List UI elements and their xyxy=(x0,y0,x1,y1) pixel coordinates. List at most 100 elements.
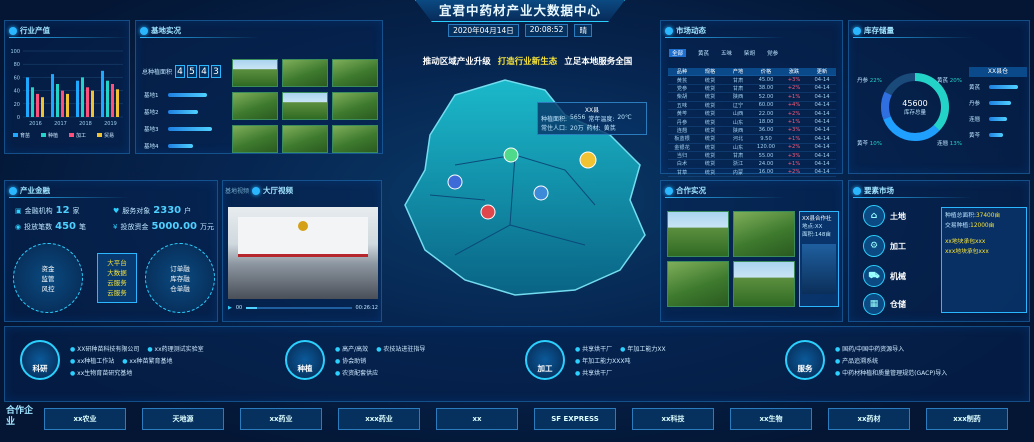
video-frame[interactable] xyxy=(228,207,378,299)
bar-种植[interactable] xyxy=(106,80,109,117)
table-cell: 04-14 xyxy=(814,127,830,134)
partner-logo[interactable]: xxx制药 xyxy=(926,408,1008,430)
base-photo[interactable] xyxy=(232,125,278,153)
map-pin[interactable] xyxy=(480,204,496,220)
partner-logo[interactable]: xx生物 xyxy=(730,408,812,430)
x-tick-label: 2016 xyxy=(29,121,42,127)
table-row[interactable]: 黄芪 统货 甘肃 45.00 +3% 04-14 xyxy=(668,76,836,85)
inventory-bar-label: 连翘 xyxy=(969,117,981,123)
trade-item-storage[interactable]: ▦ 仓储 xyxy=(863,293,906,315)
bar-育苗[interactable] xyxy=(26,77,29,117)
popup-label: 常年温度: xyxy=(588,116,615,123)
base-photo[interactable] xyxy=(232,59,278,87)
service-item: 年加工能力XX xyxy=(620,346,665,353)
bar-育苗[interactable] xyxy=(101,70,104,117)
bar-加工[interactable] xyxy=(36,93,39,117)
coop-photo[interactable] xyxy=(667,211,729,257)
table-row[interactable]: 五味 统货 辽宁 60.00 +4% 04-14 xyxy=(668,102,836,110)
y-tick-label: 20 xyxy=(14,102,20,108)
tab-base-video[interactable]: 基地视频 xyxy=(225,186,249,195)
bar-贸易[interactable] xyxy=(66,93,69,117)
play-icon[interactable]: ▶ xyxy=(228,305,232,311)
bar-种植[interactable] xyxy=(31,87,34,117)
table-cell: 丹参 xyxy=(676,119,688,126)
table-row[interactable]: 金银花 统货 山东 120.00 +2% 04-14 xyxy=(668,144,836,152)
map-pin[interactable] xyxy=(447,174,463,190)
bar-种植[interactable] xyxy=(81,77,84,117)
partner-logo[interactable]: xx药业 xyxy=(240,408,322,430)
partner-logo[interactable]: xxx药业 xyxy=(338,408,420,430)
partner-logo[interactable]: 天地源 xyxy=(142,408,224,430)
coop-label: 面积: xyxy=(802,232,815,238)
base-photo[interactable] xyxy=(332,59,378,87)
bar-加工[interactable] xyxy=(86,87,89,117)
base-photo[interactable] xyxy=(332,92,378,120)
bar-贸易[interactable] xyxy=(116,89,119,117)
partner-logo[interactable]: SF EXPRESS xyxy=(534,408,616,430)
service-node[interactable]: 科研 xyxy=(20,340,60,380)
coop-photo[interactable] xyxy=(667,261,729,307)
market-tab[interactable]: 全部 xyxy=(669,49,687,57)
panel-title: 产业金融 xyxy=(20,186,50,195)
base-item-label: 基地3 xyxy=(144,127,159,133)
map-pin[interactable] xyxy=(533,185,549,201)
service-node[interactable]: 服务 xyxy=(785,340,825,380)
base-photo[interactable] xyxy=(282,125,328,153)
service-node[interactable]: 种植 xyxy=(285,340,325,380)
table-row[interactable]: 当归 统货 甘肃 55.00 +3% 04-14 xyxy=(668,152,836,161)
base-photo[interactable] xyxy=(282,59,328,87)
bar-育苗[interactable] xyxy=(51,74,54,117)
table-row[interactable]: 甘草 统货 内蒙 16.00 +2% 04-14 xyxy=(668,169,836,178)
table-row[interactable]: 板蓝根 统货 河北 9.50 +1% 04-14 xyxy=(668,135,836,144)
table-row[interactable]: 丹参 统货 山东 18.00 +1% 04-14 xyxy=(668,118,836,127)
table-row[interactable]: 黄芩 统货 山西 22.00 +2% 04-14 xyxy=(668,110,836,119)
coop-photo[interactable] xyxy=(733,211,795,257)
tab-hall-video[interactable]: 大厅视频 xyxy=(263,185,293,196)
legend-percent: 13% xyxy=(949,141,962,147)
partner-logo[interactable]: xx药材 xyxy=(828,408,910,430)
trade-link[interactable]: xx地块承包xxx xyxy=(945,237,1023,247)
map-pin[interactable] xyxy=(579,151,597,169)
coop-photo[interactable] xyxy=(733,261,795,307)
market-tab[interactable]: 黄芪 xyxy=(698,49,709,57)
video-progress[interactable] xyxy=(246,307,352,309)
map-pin[interactable] xyxy=(503,147,519,163)
bar-加工[interactable] xyxy=(111,84,114,117)
table-cell: +1% xyxy=(787,93,801,100)
market-table: 品种 规格 产地 价格 涨跌 更新 黄芪 统货 甘肃 45.00 +3% 04-14 党参 统货 甘肃 38.… xyxy=(668,68,836,178)
trade-item-processing[interactable]: ⚙ 加工 xyxy=(863,235,906,257)
table-cell: 柴胡 xyxy=(676,94,688,101)
y-tick-label: 40 xyxy=(14,89,20,95)
table-cell: 52.00 xyxy=(758,93,774,100)
trade-item-land[interactable]: ⌂ 土地 xyxy=(863,205,906,227)
partner-logo[interactable]: xx xyxy=(436,408,518,430)
bar-贸易[interactable] xyxy=(41,97,44,117)
service-item: 共享烘干厂 xyxy=(575,370,612,377)
finance-label: 金融机构 xyxy=(24,207,53,215)
trade-item-machinery[interactable]: ⛟ 机械 xyxy=(863,265,906,287)
bar-育苗[interactable] xyxy=(76,80,79,117)
table-row[interactable]: 连翘 统货 陕西 36.00 +3% 04-14 xyxy=(668,127,836,136)
service-node[interactable]: 加工 xyxy=(525,340,565,380)
trade-link[interactable]: xxx地块承包xxx xyxy=(945,247,1023,257)
market-tab[interactable]: 柴胡 xyxy=(744,49,755,57)
platform-list: 大平台 大数据 云服务 云服务 xyxy=(97,253,137,303)
inventory-bar-label: 黄芩 xyxy=(969,133,981,139)
land-icon: ⌂ xyxy=(863,205,885,227)
base-photo[interactable] xyxy=(282,92,328,120)
bar-加工[interactable] xyxy=(61,90,64,117)
table-row[interactable]: 柴胡 统货 陕西 52.00 +1% 04-14 xyxy=(668,93,836,102)
base-photo[interactable] xyxy=(332,125,378,153)
partner-logo[interactable]: xx科技 xyxy=(632,408,714,430)
bar-种植[interactable] xyxy=(56,84,59,117)
popup-value: 20℃ xyxy=(617,114,632,121)
market-tab[interactable]: 党参 xyxy=(767,49,778,57)
partner-logo[interactable]: xx农业 xyxy=(44,408,126,430)
base-photo[interactable] xyxy=(232,92,278,120)
bar-贸易[interactable] xyxy=(91,90,94,117)
table-row[interactable]: 党参 统货 甘肃 38.00 +2% 04-14 xyxy=(668,85,836,94)
table-cell: 38.00 xyxy=(758,85,774,92)
table-row[interactable]: 白术 统货 浙江 24.00 +1% 04-14 xyxy=(668,160,836,169)
market-tab[interactable]: 五味 xyxy=(721,49,732,57)
trade-label: 种植总面积: xyxy=(945,213,976,219)
